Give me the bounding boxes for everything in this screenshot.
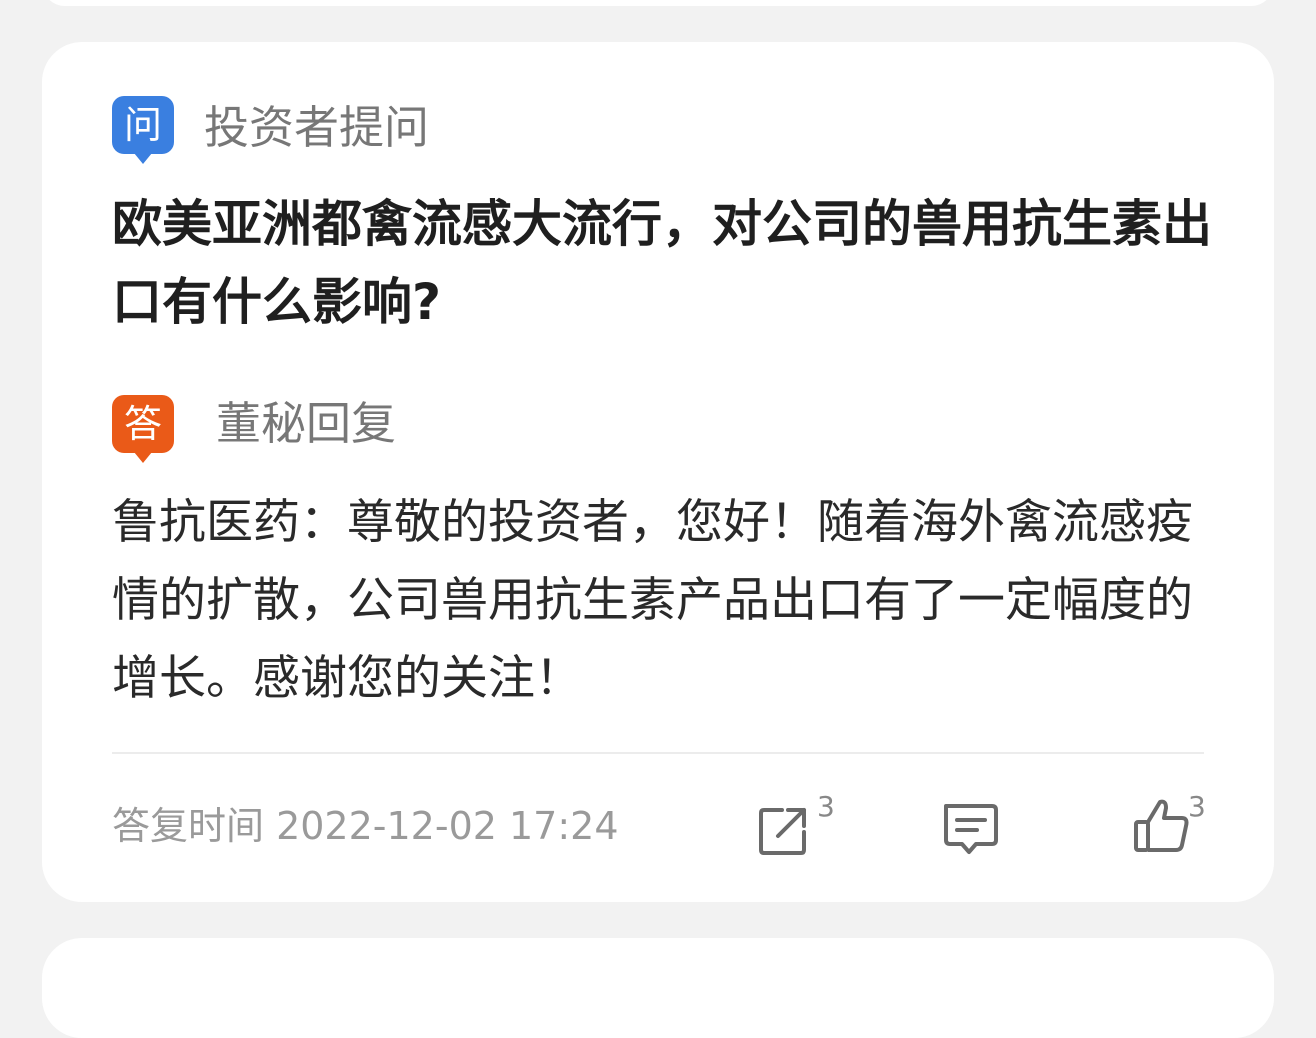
- answer-badge: 答: [112, 395, 174, 463]
- previous-card: [42, 0, 1274, 6]
- answer-text: 鲁抗医药：尊敬的投资者，您好！随着海外禽流感疫情的扩散，公司兽用抗生素产品出口有…: [112, 495, 1193, 706]
- reply-time: 答复时间 2022-12-02 17:24: [112, 804, 619, 848]
- share-icon: [759, 808, 806, 855]
- question-badge: 问: [112, 96, 174, 164]
- divider: [112, 752, 1204, 754]
- comment-icon: [944, 804, 998, 854]
- thumbs-up-icon: [1134, 799, 1189, 852]
- like-count: 3: [1188, 790, 1206, 823]
- share-button[interactable]: 3: [754, 792, 835, 860]
- answer-label: 董秘回复: [216, 397, 397, 450]
- question-text: 欧美亚洲都禽流感大流行，对公司的兽用抗生素出口有什么影响?: [112, 195, 1212, 331]
- comment-button[interactable]: [938, 794, 1008, 860]
- qa-card: 问 投资者提问 欧美亚洲都禽流感大流行，对公司的兽用抗生素出口有什么影响? 答 …: [42, 42, 1274, 902]
- next-card: [42, 938, 1274, 1038]
- share-count: 3: [817, 790, 835, 823]
- like-button[interactable]: 3: [1130, 792, 1206, 860]
- question-label: 投资者提问: [204, 101, 430, 154]
